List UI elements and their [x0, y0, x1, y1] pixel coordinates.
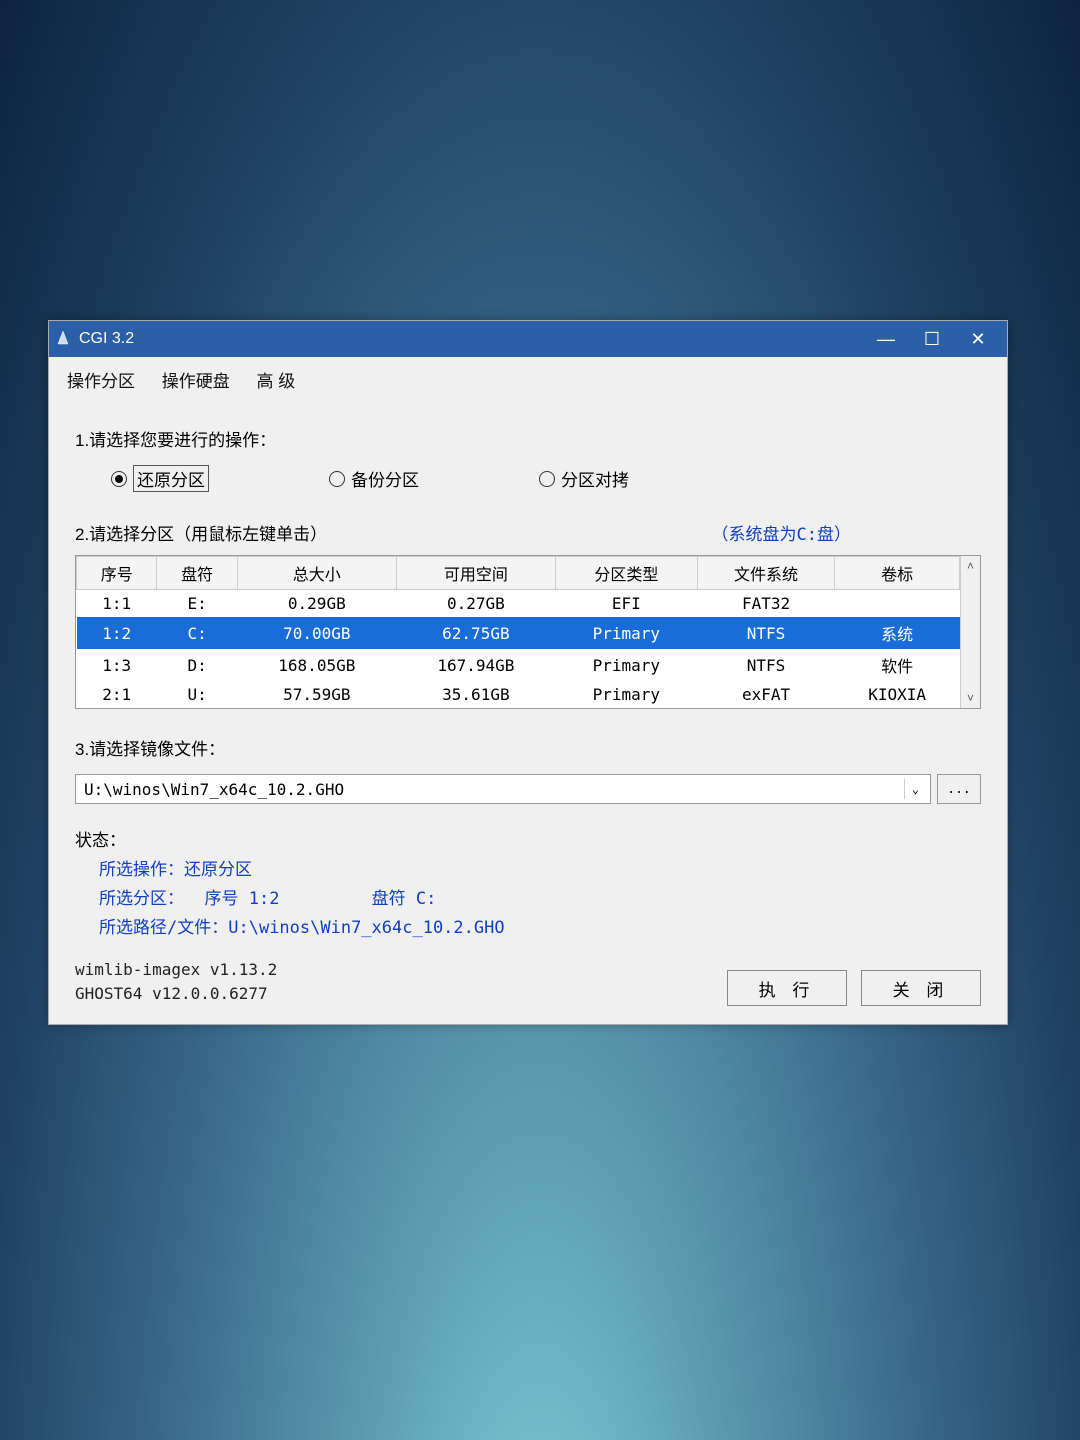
cell-ptype: Primary	[555, 617, 697, 649]
execute-button[interactable]: 执 行	[727, 970, 847, 1006]
radio-backup[interactable]: 备份分区	[329, 465, 419, 492]
app-icon	[55, 330, 73, 348]
radio-dot-icon	[539, 471, 555, 487]
menubar: 操作分区 操作硬盘 高 级	[49, 357, 1007, 398]
cell-ptype: EFI	[555, 590, 697, 618]
menu-partition[interactable]: 操作分区	[67, 367, 135, 392]
app-window: CGI 3.2 — ☐ ✕ 操作分区 操作硬盘 高 级 1.请选择您要进行的操作…	[48, 320, 1008, 1025]
cell-free: 35.61GB	[396, 681, 555, 708]
window-title: CGI 3.2	[79, 330, 863, 348]
minimize-button[interactable]: —	[863, 321, 909, 357]
radio-restore-label: 还原分区	[133, 465, 209, 492]
browse-button[interactable]: ...	[937, 774, 981, 804]
radio-restore[interactable]: 还原分区	[111, 465, 209, 492]
cell-vol: 系统	[835, 617, 960, 649]
cell-fs: NTFS	[697, 617, 835, 649]
radio-clone-label: 分区对拷	[561, 466, 629, 491]
status-block: 状态： 所选操作：还原分区 所选分区： 序号 1:2 盘符 C: 所选路径/文件…	[75, 826, 981, 938]
version-block: wimlib-imagex v1.13.2 GHOST64 v12.0.0.62…	[75, 958, 277, 1006]
partition-table: 序号 盘符 总大小 可用空间 分区类型 文件系统 卷标 1:1E:0.29GB0…	[75, 555, 981, 709]
table-scrollbar[interactable]: ˄ ˅	[960, 556, 980, 708]
cell-vol: 软件	[835, 649, 960, 681]
image-path-value: U:\winos\Win7_x64c_10.2.GHO	[84, 780, 344, 799]
cell-ptype: Primary	[555, 681, 697, 708]
cell-fs: exFAT	[697, 681, 835, 708]
status-path: 所选路径/文件：U:\winos\Win7_x64c_10.2.GHO	[99, 913, 981, 938]
cell-index: 1:2	[77, 617, 157, 649]
menu-advanced[interactable]: 高 级	[256, 367, 295, 392]
table-row[interactable]: 1:2C:70.00GB62.75GBPrimaryNTFS系统	[77, 617, 960, 649]
col-vol[interactable]: 卷标	[835, 557, 960, 590]
col-drive[interactable]: 盘符	[157, 557, 237, 590]
radio-clone[interactable]: 分区对拷	[539, 465, 629, 492]
cell-total: 57.59GB	[237, 681, 396, 708]
cell-drive: D:	[157, 649, 237, 681]
content: 1.请选择您要进行的操作： 还原分区 备份分区 分区对拷 2.请选择分区（用鼠标…	[49, 398, 1007, 1024]
operation-radio-group: 还原分区 备份分区 分区对拷	[75, 465, 981, 492]
chevron-down-icon[interactable]: ⌄	[904, 779, 926, 799]
cell-total: 168.05GB	[237, 649, 396, 681]
cell-vol: KIOXIA	[835, 681, 960, 708]
scroll-up-icon[interactable]: ˄	[961, 556, 980, 576]
status-operation: 所选操作：还原分区	[99, 855, 981, 880]
image-path-combo[interactable]: U:\winos\Win7_x64c_10.2.GHO ⌄	[75, 774, 931, 804]
footer: wimlib-imagex v1.13.2 GHOST64 v12.0.0.62…	[75, 958, 981, 1006]
table-row[interactable]: 1:1E:0.29GB0.27GBEFIFAT32	[77, 590, 960, 618]
cell-fs: FAT32	[697, 590, 835, 618]
cell-drive: U:	[157, 681, 237, 708]
cell-index: 1:1	[77, 590, 157, 618]
close-button[interactable]: ✕	[955, 321, 1001, 357]
table-header-row: 序号 盘符 总大小 可用空间 分区类型 文件系统 卷标	[77, 557, 960, 590]
cell-drive: E:	[157, 590, 237, 618]
cell-free: 62.75GB	[396, 617, 555, 649]
col-ptype[interactable]: 分区类型	[555, 557, 697, 590]
status-partition: 所选分区： 序号 1:2 盘符 C:	[99, 884, 981, 909]
table-row[interactable]: 2:1U:57.59GB35.61GBPrimaryexFATKIOXIA	[77, 681, 960, 708]
status-label: 状态：	[75, 826, 981, 851]
radio-dot-icon	[329, 471, 345, 487]
cell-free: 167.94GB	[396, 649, 555, 681]
step1-label: 1.请选择您要进行的操作：	[75, 426, 981, 451]
wimlib-version: wimlib-imagex v1.13.2	[75, 958, 277, 982]
radio-dot-icon	[111, 471, 127, 487]
titlebar[interactable]: CGI 3.2 — ☐ ✕	[49, 321, 1007, 357]
step2-label: 2.请选择分区（用鼠标左键单击）	[75, 520, 327, 545]
radio-backup-label: 备份分区	[351, 466, 419, 491]
col-index[interactable]: 序号	[77, 557, 157, 590]
close-app-button[interactable]: 关 闭	[861, 970, 981, 1006]
cell-drive: C:	[157, 617, 237, 649]
maximize-button[interactable]: ☐	[909, 321, 955, 357]
cell-index: 2:1	[77, 681, 157, 708]
cell-vol	[835, 590, 960, 618]
step3-label: 3.请选择镜像文件：	[75, 735, 981, 760]
cell-fs: NTFS	[697, 649, 835, 681]
col-fs[interactable]: 文件系统	[697, 557, 835, 590]
table-row[interactable]: 1:3D:168.05GB167.94GBPrimaryNTFS软件	[77, 649, 960, 681]
cell-total: 70.00GB	[237, 617, 396, 649]
system-disk-hint: （系统盘为C:盘）	[712, 520, 851, 545]
cell-index: 1:3	[77, 649, 157, 681]
col-free[interactable]: 可用空间	[396, 557, 555, 590]
scroll-down-icon[interactable]: ˅	[961, 688, 980, 708]
ghost-version: GHOST64 v12.0.0.6277	[75, 982, 277, 1006]
col-total[interactable]: 总大小	[237, 557, 396, 590]
menu-disk[interactable]: 操作硬盘	[162, 367, 230, 392]
cell-free: 0.27GB	[396, 590, 555, 618]
cell-ptype: Primary	[555, 649, 697, 681]
cell-total: 0.29GB	[237, 590, 396, 618]
